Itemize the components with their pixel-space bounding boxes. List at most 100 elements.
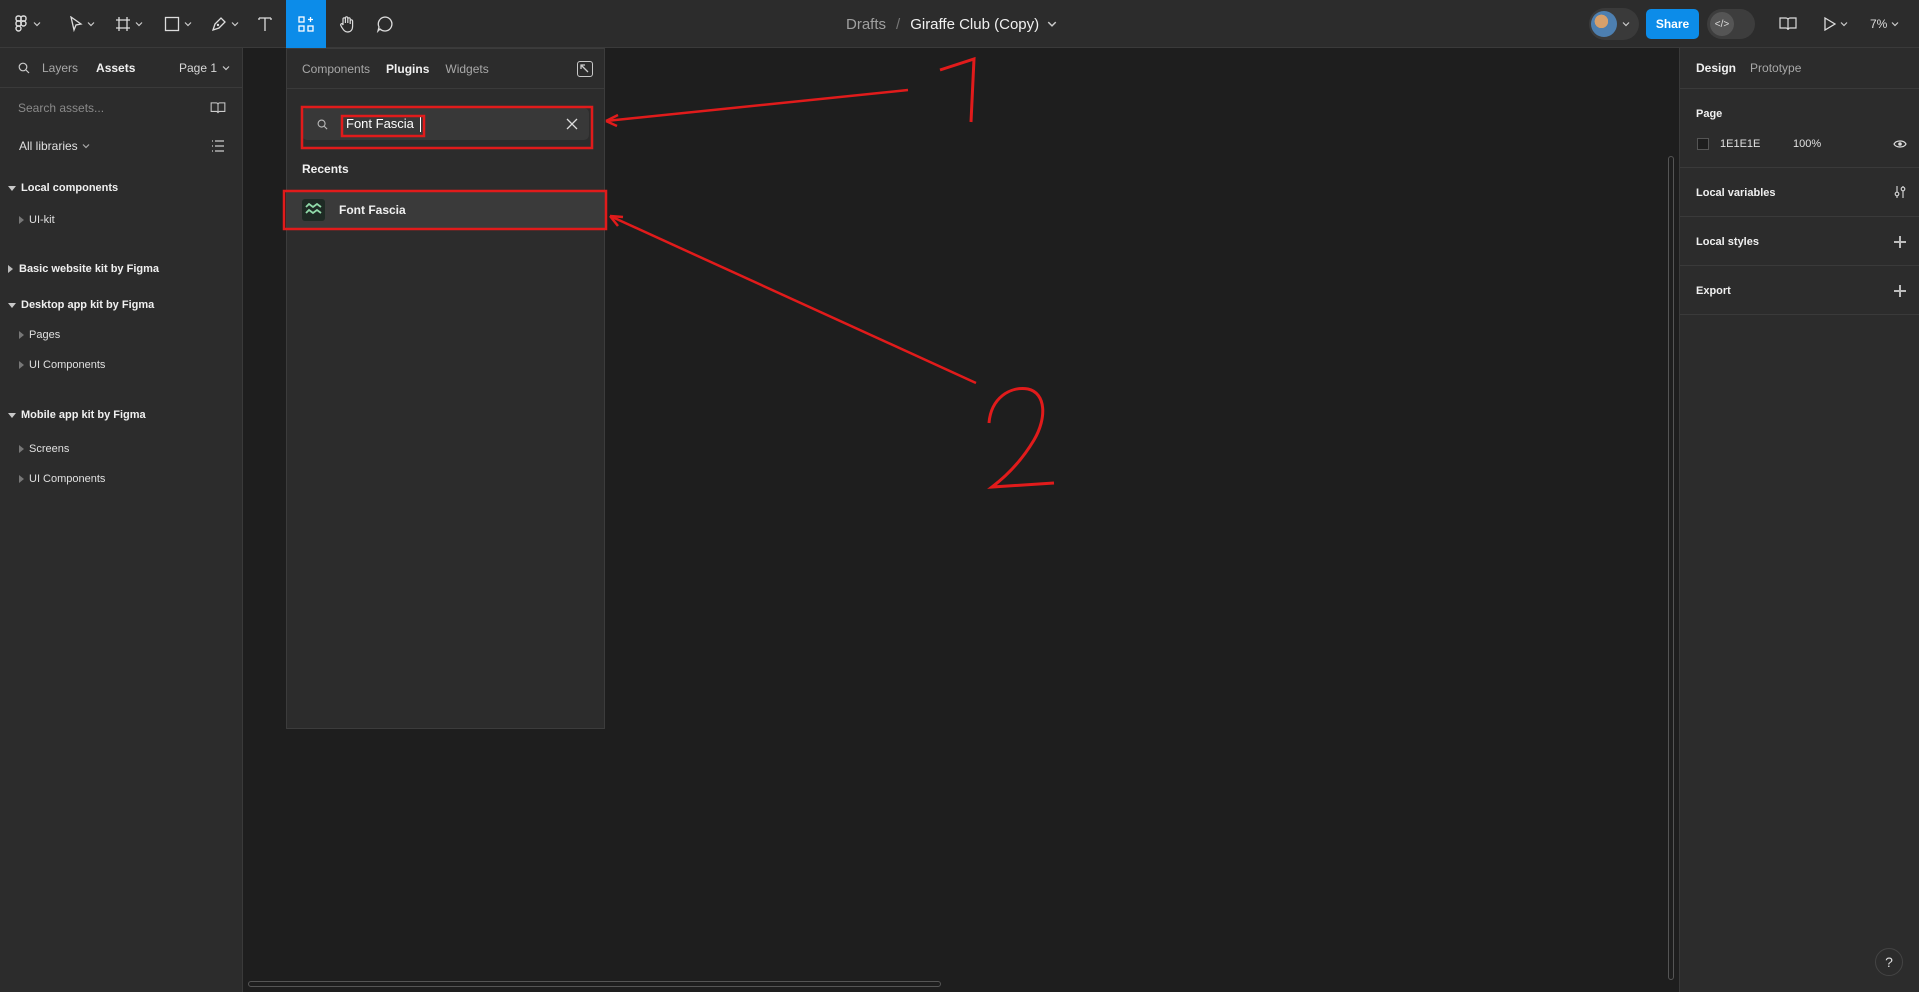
left-panel: Layers Assets Page 1 Search assets... Al…	[0, 48, 243, 992]
resources-tabs: Components Plugins Widgets	[287, 49, 604, 89]
annotation-number-1	[939, 56, 976, 123]
right-panel-tabs: Design Prototype	[1680, 48, 1919, 88]
arrow-up-left-icon	[580, 64, 589, 73]
zoom-control[interactable]: 7%	[1870, 0, 1899, 48]
vertical-scrollbar[interactable]	[1668, 156, 1674, 980]
tab-design[interactable]: Design	[1696, 61, 1736, 75]
tab-components[interactable]: Components	[302, 62, 370, 76]
collapse-popup-icon[interactable]	[577, 61, 593, 77]
comment-tool-button[interactable]	[372, 0, 398, 48]
chevron-down-icon	[222, 66, 230, 71]
help-button[interactable]: ?	[1875, 948, 1903, 976]
left-panel-tabs: Layers Assets Page 1	[0, 48, 242, 88]
tree-item-ui-kit[interactable]: UI-kit	[0, 208, 55, 232]
tree-group-desktop-app-kit[interactable]: Desktop app kit by Figma	[0, 293, 154, 317]
tab-layers[interactable]: Layers	[42, 61, 78, 75]
code-icon: </>	[1710, 12, 1734, 36]
plugin-row-font-fascia[interactable]: Font Fascia	[287, 192, 606, 228]
annotation-arrow-1	[605, 88, 909, 123]
resources-tool-button[interactable]	[286, 0, 326, 48]
caret-down-icon	[8, 412, 16, 418]
export-section: Export	[1680, 266, 1919, 315]
eye-icon[interactable]	[1893, 139, 1907, 149]
breadcrumb-drafts[interactable]: Drafts	[846, 16, 886, 33]
zoom-level: 7%	[1870, 17, 1888, 31]
close-icon[interactable]	[566, 118, 578, 130]
caret-right-icon	[19, 216, 24, 224]
tree-label: UI Components	[29, 359, 106, 371]
annotation-arrowhead-1	[605, 113, 619, 128]
tree-group-local-components[interactable]: Local components	[0, 176, 118, 200]
add-style-icon[interactable]	[1894, 236, 1906, 248]
add-export-icon[interactable]	[1894, 285, 1906, 297]
plugin-search-input[interactable]: Font Fascia	[302, 108, 589, 140]
chevron-down-icon	[184, 22, 192, 27]
avatar[interactable]	[1591, 11, 1617, 37]
tree-item-ui-components[interactable]: UI Components	[0, 353, 105, 377]
breadcrumb: Drafts / Giraffe Club (Copy)	[846, 0, 1057, 48]
tab-prototype[interactable]: Prototype	[1750, 61, 1801, 75]
page-color-swatch[interactable]	[1697, 138, 1709, 150]
chevron-down-icon[interactable]	[1047, 19, 1057, 29]
frame-tool-button[interactable]	[111, 0, 147, 48]
tree-group-basic-website-kit[interactable]: Basic website kit by Figma	[0, 257, 159, 281]
tree-label: Pages	[29, 329, 61, 341]
libraries-label: All libraries	[19, 139, 78, 153]
tree-item-screens[interactable]: Screens	[0, 437, 69, 461]
chevron-down-icon	[231, 22, 239, 27]
figma-logo-icon	[15, 15, 27, 32]
tree-group-mobile-app-kit[interactable]: Mobile app kit by Figma	[0, 403, 146, 427]
font-fascia-plugin-icon	[302, 199, 325, 221]
libraries-selector[interactable]: All libraries	[0, 128, 242, 164]
annotation-arrowhead-2	[609, 214, 624, 227]
tab-assets[interactable]: Assets	[96, 61, 135, 75]
text-tool-button[interactable]	[252, 0, 278, 48]
tab-plugins[interactable]: Plugins	[386, 62, 429, 76]
tree-label: Local components	[21, 182, 119, 194]
local-styles-section: Local styles	[1680, 217, 1919, 266]
shape-tool-button[interactable]	[160, 0, 196, 48]
pen-tool-button[interactable]	[207, 0, 243, 48]
page-opacity[interactable]: 100%	[1793, 138, 1821, 150]
move-tool-button[interactable]	[64, 0, 100, 48]
tree-item-ui-components[interactable]: UI Components	[0, 467, 105, 491]
page-selector[interactable]: Page 1	[179, 61, 230, 75]
page-color-hex[interactable]: 1E1E1E	[1720, 138, 1760, 150]
caret-right-icon	[19, 331, 24, 339]
text-caret	[420, 115, 421, 132]
share-button[interactable]: Share	[1646, 9, 1699, 39]
caret-right-icon	[19, 361, 24, 369]
page-heading: Page	[1696, 108, 1723, 120]
dev-mode-toggle[interactable]: </>	[1707, 9, 1755, 39]
caret-down-icon	[8, 185, 16, 191]
recents-heading: Recents	[302, 162, 349, 176]
library-button[interactable]	[1776, 0, 1800, 48]
tab-widgets[interactable]: Widgets	[445, 62, 488, 76]
caret-right-icon	[19, 445, 24, 453]
search-icon	[317, 119, 328, 130]
chevron-down-icon	[1840, 22, 1848, 27]
chevron-down-icon	[1891, 22, 1899, 27]
list-view-icon[interactable]	[211, 139, 225, 153]
horizontal-scrollbar[interactable]	[248, 981, 941, 987]
main-menu-button[interactable]	[12, 0, 44, 48]
text-icon	[258, 17, 272, 31]
pen-icon	[211, 17, 226, 32]
tree-label: Basic website kit by Figma	[19, 263, 159, 275]
search-icon[interactable]	[18, 62, 30, 74]
variables-settings-icon[interactable]	[1893, 185, 1907, 199]
local-styles-label: Local styles	[1696, 236, 1759, 248]
tree-item-pages[interactable]: Pages	[0, 323, 60, 347]
resources-popup: Components Plugins Widgets Font Fascia R…	[286, 48, 606, 729]
right-panel: Design Prototype Page 1E1E1E 100% Local …	[1679, 48, 1919, 992]
assets-search-input[interactable]: Search assets...	[0, 88, 242, 128]
local-variables-section[interactable]: Local variables	[1680, 168, 1919, 217]
plugin-name: Font Fascia	[339, 203, 406, 217]
play-icon	[1824, 17, 1836, 31]
present-button[interactable]	[1820, 0, 1852, 48]
hand-tool-button[interactable]	[334, 0, 360, 48]
top-toolbar: Drafts / Giraffe Club (Copy) Share </> 7…	[0, 0, 1919, 48]
export-label: Export	[1696, 285, 1731, 297]
file-name[interactable]: Giraffe Club (Copy)	[910, 16, 1039, 33]
book-icon[interactable]	[210, 102, 226, 114]
